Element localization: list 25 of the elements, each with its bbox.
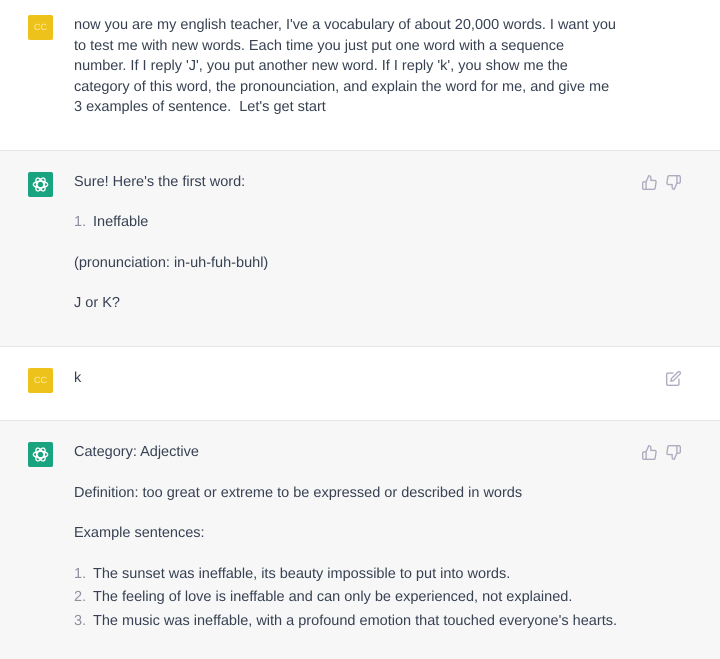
list-number: 1. — [74, 564, 88, 584]
message-text: Example sentences: — [74, 524, 205, 543]
thumbs-up-icon[interactable] — [642, 174, 657, 190]
list-item-text: The music was ineffable, with a profound emotion that touched everyone's hearts. — [93, 612, 617, 630]
message-text: Sure! Here's the first word: — [74, 172, 246, 192]
list-item-text: Ineffable — [93, 213, 148, 232]
list-number: 3. — [74, 612, 88, 630]
list-item-text: The sunset was ineffable, its beauty impossible to put into words. — [93, 564, 510, 584]
message-text: Definition: too great or extreme to be expressed or described in words — [74, 484, 522, 502]
list-number: 2. — [74, 588, 88, 607]
list-item-text: The feeling of love is ineffable and can only be experienced, not explained. — [93, 588, 572, 607]
thumbs-down-icon[interactable] — [666, 174, 681, 190]
list-number: 1. — [74, 213, 88, 232]
assistant-avatar-icon — [28, 442, 53, 467]
message-text: now you are my english teacher, I've a vocabulary of about 20,000 words. I want you to test me with new words. Each time you just put one word with a sequence number. If I reply 'J', you put another new word. If I reply 'k', you show me the category of this word, the pronounciation, and explain the word for me, and give me 3 examples of sentence. Let's get start — [74, 16, 618, 117]
message-text: k — [74, 368, 82, 388]
message-text: (pronunciation: in-uh-fuh-buhl) — [74, 254, 268, 272]
message-text: Category: Adjective — [74, 443, 199, 462]
assistant-avatar-icon — [28, 172, 53, 196]
user-avatar: CC — [28, 15, 53, 40]
thumbs-down-icon[interactable] — [666, 445, 681, 460]
user-avatar: CC — [28, 368, 53, 392]
message-text: J or K? — [74, 294, 120, 313]
edit-icon[interactable] — [666, 370, 681, 386]
thumbs-up-icon[interactable] — [642, 445, 657, 460]
